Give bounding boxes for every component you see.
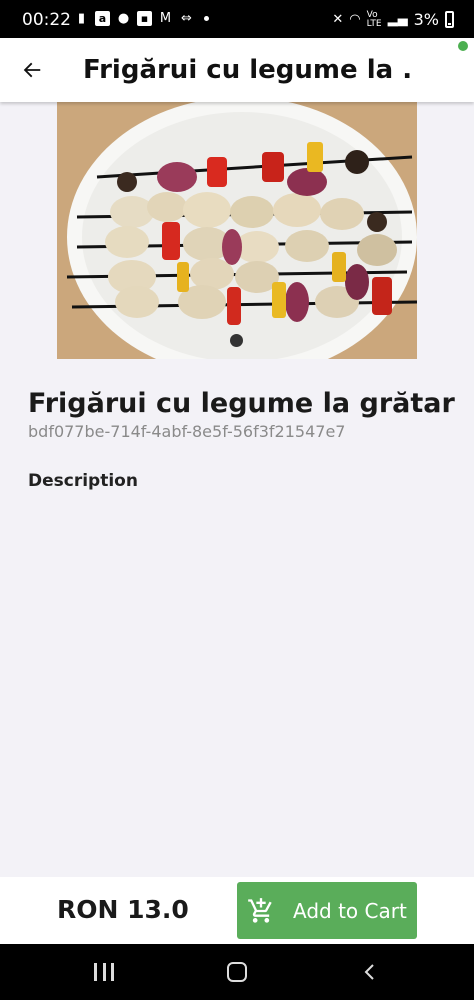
description-label: Description xyxy=(28,471,138,491)
recent-apps-icon xyxy=(94,963,97,981)
signal-icon: ▂▄ xyxy=(387,12,408,27)
add-to-cart-button[interactable]: Add to Cart xyxy=(237,882,417,939)
price: RON 13.0 xyxy=(57,895,189,924)
mute-icon: ✕ xyxy=(332,12,344,27)
arrow-back-icon xyxy=(23,62,41,78)
notification-icon: ▮ xyxy=(77,11,86,26)
system-nav-bar xyxy=(0,944,474,1000)
battery-text: 3% xyxy=(413,10,439,29)
battery-icon xyxy=(445,11,454,28)
recent-apps-button[interactable] xyxy=(94,963,114,981)
app-bar: Frigărui cu legume la ... xyxy=(0,38,474,102)
recent-apps-icon-bar xyxy=(111,963,114,981)
fitness-icon: ⇔ xyxy=(181,11,192,26)
status-time: 00:22 xyxy=(22,10,71,30)
more-dot-icon xyxy=(204,16,209,21)
recent-apps-icon-bar xyxy=(102,963,106,981)
product-image[interactable] xyxy=(57,102,417,359)
app-icon: ▪ xyxy=(137,11,152,26)
grilled-skewers-photo xyxy=(57,102,417,359)
add-shopping-cart-icon xyxy=(248,897,272,923)
volte-icon: Vo LTE xyxy=(366,9,382,29)
gmail-icon: M xyxy=(159,11,172,26)
status-right: ✕ ◠ Vo LTE ▂▄ 3% xyxy=(332,10,454,29)
account-icon: ● xyxy=(117,11,130,26)
carousel-indicator-dot[interactable] xyxy=(230,334,243,347)
status-bar: 00:22 ▮ a ● ▪ M ⇔ ✕ ◠ Vo LTE ▂▄ 3% xyxy=(0,0,474,38)
page-title: Frigărui cu legume la ... xyxy=(83,55,413,85)
nav-back-icon[interactable] xyxy=(362,964,378,980)
notification-icons: ▮ a ● ▪ M ⇔ xyxy=(74,11,209,26)
bottom-bar: RON 13.0 Add to Cart xyxy=(0,877,474,944)
amazon-icon: a xyxy=(95,11,110,26)
wifi-icon: ◠ xyxy=(349,12,361,27)
home-button[interactable] xyxy=(227,962,247,982)
privacy-indicator-dot xyxy=(458,41,468,51)
add-to-cart-label: Add to Cart xyxy=(293,898,407,923)
product-title: Frigărui cu legume la grătar xyxy=(28,388,455,419)
product-id: bdf077be-714f-4abf-8e5f-56f3f21547e7 xyxy=(28,422,346,441)
back-button[interactable] xyxy=(18,56,46,84)
